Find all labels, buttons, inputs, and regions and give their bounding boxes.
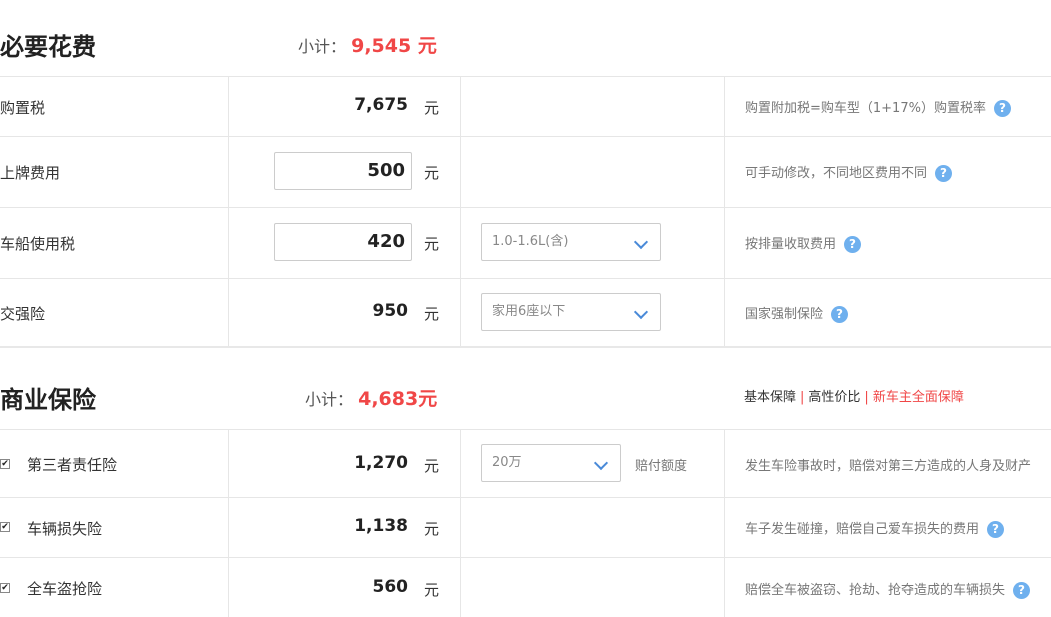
select-value: 家用6座以下 bbox=[492, 304, 566, 319]
row-unit: 元 bbox=[424, 457, 440, 475]
select-note: 赔付额度 bbox=[635, 459, 688, 474]
row-unit: 元 bbox=[424, 99, 440, 117]
row-label-third-party: 第三者责任险 bbox=[27, 456, 118, 474]
required-section-title: 必要花费 bbox=[0, 33, 96, 61]
coverage-tabs: 基本保障 | 高性价比 | 新车主全面保障 bbox=[744, 390, 964, 405]
chevron-down-icon bbox=[593, 455, 609, 471]
row-label-compulsory-insurance: 交强险 bbox=[0, 305, 46, 323]
checkbox-third-party[interactable]: ✔ bbox=[0, 459, 10, 469]
row-unit: 元 bbox=[424, 164, 440, 182]
select-value: 1.0-1.6L(含) bbox=[492, 234, 569, 249]
help-icon[interactable]: ? bbox=[993, 100, 1011, 117]
row-desc-plate-fee: 可手动修改，不同地区费用不同? bbox=[745, 162, 953, 182]
desc-text: 赔偿全车被盗窃、抢劫、抢夺造成的车辆损失 bbox=[745, 583, 1006, 598]
chevron-down-icon bbox=[633, 234, 649, 250]
commercial-section-title: 商业保险 bbox=[0, 386, 96, 414]
vehicle-tax-input[interactable]: 420 bbox=[274, 223, 412, 261]
row-desc-compulsory-insurance: 国家强制保险? bbox=[745, 303, 849, 323]
seats-select[interactable]: 家用6座以下 bbox=[481, 293, 661, 331]
row-desc-third-party: 发生车险事故时，赔偿对第三方造成的人身及财产 bbox=[745, 459, 1032, 474]
coverage-amount-select[interactable]: 20万 bbox=[481, 444, 621, 482]
subtotal-label: 小计： bbox=[298, 37, 347, 56]
tab-basic[interactable]: 基本保障 bbox=[744, 390, 796, 405]
help-icon[interactable]: ? bbox=[935, 165, 953, 182]
row-unit: 元 bbox=[424, 235, 440, 253]
desc-text: 国家强制保险 bbox=[745, 307, 824, 322]
row-label-plate-fee: 上牌费用 bbox=[0, 164, 61, 182]
tab-value[interactable]: 高性价比 bbox=[808, 390, 860, 405]
commercial-subtotal: 小计： 4,683元 bbox=[305, 384, 437, 411]
row-label-theft: 全车盗抢险 bbox=[27, 580, 103, 598]
row-value-compulsory-insurance: 950 bbox=[372, 301, 409, 321]
row-desc-vehicle-tax: 按排量收取费用? bbox=[745, 233, 862, 253]
subtotal-label: 小计： bbox=[305, 390, 354, 409]
help-icon[interactable]: ? bbox=[1013, 582, 1031, 599]
select-value: 20万 bbox=[492, 455, 522, 470]
subtotal-value: 9,545 元 bbox=[351, 35, 437, 57]
row-desc-theft: 赔偿全车被盗窃、抢劫、抢夺造成的车辆损失? bbox=[745, 579, 1031, 599]
row-unit: 元 bbox=[424, 520, 440, 538]
row-value-third-party: 1,270 bbox=[354, 453, 408, 473]
desc-text: 购置附加税=购车型（1+17%）购置税率 bbox=[745, 101, 986, 116]
chevron-down-icon bbox=[633, 304, 649, 320]
row-value-vehicle-damage: 1,138 bbox=[354, 516, 408, 536]
desc-text: 车子发生碰撞，赔偿自己爱车损失的费用 bbox=[745, 522, 980, 537]
row-desc-vehicle-damage: 车子发生碰撞，赔偿自己爱车损失的费用? bbox=[745, 518, 1005, 538]
checkbox-vehicle-damage[interactable]: ✔ bbox=[0, 522, 10, 532]
row-label-vehicle-tax: 车船使用税 bbox=[0, 235, 76, 253]
row-label-purchase-tax: 购置税 bbox=[0, 99, 46, 117]
help-icon[interactable]: ? bbox=[844, 236, 862, 253]
row-value-theft: 560 bbox=[372, 577, 409, 597]
row-desc-purchase-tax: 购置附加税=购车型（1+17%）购置税率? bbox=[745, 97, 1011, 117]
row-unit: 元 bbox=[424, 305, 440, 323]
help-icon[interactable]: ? bbox=[987, 521, 1005, 538]
help-icon[interactable]: ? bbox=[831, 306, 849, 323]
checkbox-theft[interactable]: ✔ bbox=[0, 583, 10, 593]
row-unit: 元 bbox=[424, 581, 440, 599]
desc-text: 按排量收取费用 bbox=[745, 237, 837, 252]
row-value-purchase-tax: 7,675 bbox=[354, 95, 408, 115]
subtotal-value: 4,683元 bbox=[358, 388, 438, 410]
plate-fee-input[interactable]: 500 bbox=[274, 152, 412, 190]
row-label-vehicle-damage: 车辆损失险 bbox=[27, 520, 103, 538]
desc-text: 可手动修改，不同地区费用不同 bbox=[745, 166, 928, 181]
displacement-select[interactable]: 1.0-1.6L(含) bbox=[481, 223, 661, 261]
tab-full[interactable]: 新车主全面保障 bbox=[873, 390, 964, 405]
required-subtotal: 小计： 9,545 元 bbox=[298, 31, 437, 58]
